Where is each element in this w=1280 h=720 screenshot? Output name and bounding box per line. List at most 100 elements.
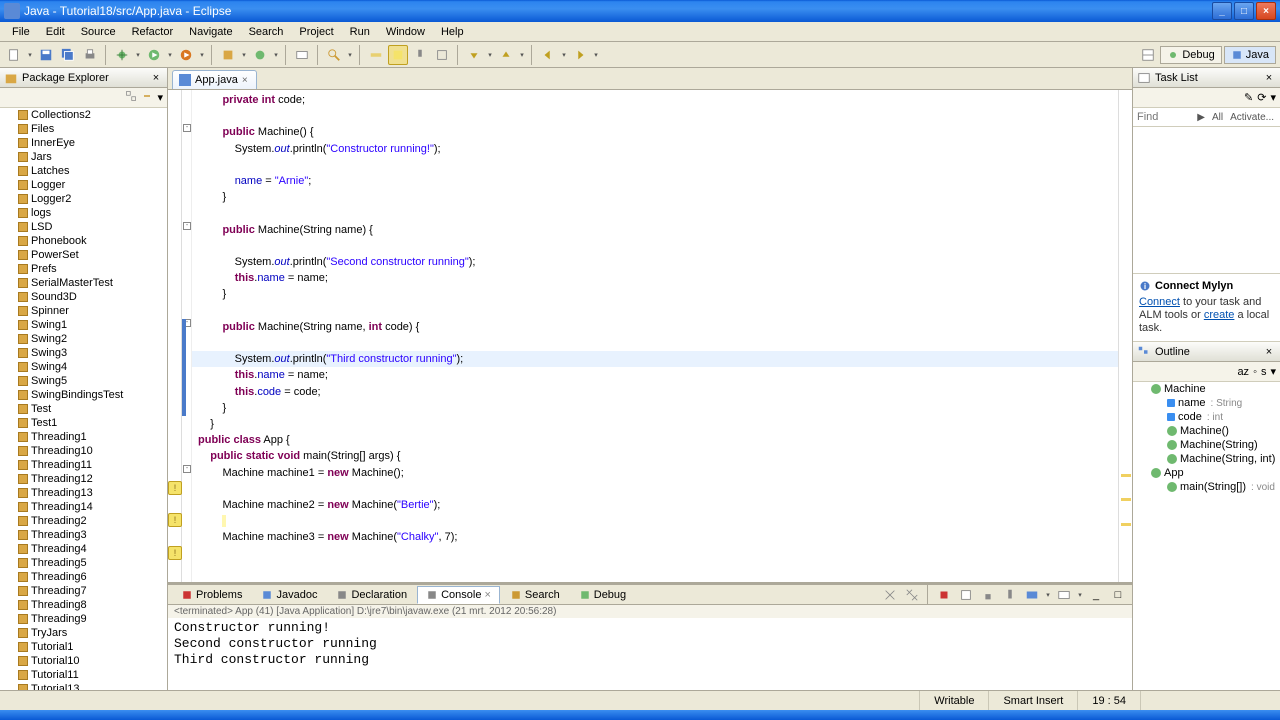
console-open-button[interactable] [1054, 585, 1074, 605]
link-editor-icon[interactable] [141, 90, 153, 105]
perspective-java[interactable]: Java [1224, 46, 1276, 64]
outline-item[interactable]: main(String[]): void [1133, 480, 1280, 494]
bottom-tab-problems[interactable]: Problems [172, 586, 251, 604]
perspective-debug[interactable]: Debug [1160, 46, 1221, 64]
view-close-icon[interactable]: × [1262, 71, 1276, 85]
task-list-body[interactable] [1133, 127, 1280, 273]
project-item[interactable]: Swing2 [0, 332, 167, 346]
task-filter-icon[interactable]: ▾ [1270, 91, 1276, 104]
project-item[interactable]: Logger [0, 178, 167, 192]
project-item[interactable]: Sound3D [0, 290, 167, 304]
new-button[interactable] [4, 45, 24, 65]
project-item[interactable]: Latches [0, 164, 167, 178]
menu-run[interactable]: Run [342, 24, 378, 40]
task-list-tab[interactable]: Task List × [1133, 68, 1280, 88]
search-button[interactable] [324, 45, 344, 65]
mylyn-create-link[interactable]: create [1204, 309, 1235, 321]
tab-close-icon[interactable]: × [242, 75, 248, 86]
project-item[interactable]: Threading6 [0, 570, 167, 584]
debug-dropdown[interactable]: ▾ [134, 51, 142, 59]
warning-marker[interactable]: ! [168, 513, 182, 527]
bottom-tab-declaration[interactable]: Declaration [327, 586, 416, 604]
view-close-icon[interactable]: × [149, 71, 163, 85]
project-item[interactable]: Swing1 [0, 318, 167, 332]
new-package-button[interactable] [218, 45, 238, 65]
project-item[interactable]: Tutorial13 [0, 682, 167, 690]
project-item[interactable]: SwingBindingsTest [0, 388, 167, 402]
project-item[interactable]: PowerSet [0, 248, 167, 262]
project-item[interactable]: Swing5 [0, 374, 167, 388]
task-sync-icon[interactable]: ⟳ [1257, 91, 1266, 104]
project-item[interactable]: Threading7 [0, 584, 167, 598]
task-new-icon[interactable]: ✎ [1244, 91, 1253, 104]
project-item[interactable]: Threading1 [0, 430, 167, 444]
menu-window[interactable]: Window [378, 24, 433, 40]
project-item[interactable]: Threading4 [0, 542, 167, 556]
project-item[interactable]: Collections2 [0, 108, 167, 122]
project-item[interactable]: Test1 [0, 416, 167, 430]
pin-button[interactable] [410, 45, 430, 65]
warning-marker[interactable]: ! [168, 546, 182, 560]
project-item[interactable]: SerialMasterTest [0, 276, 167, 290]
menu-source[interactable]: Source [73, 24, 124, 40]
bottom-tab-javadoc[interactable]: Javadoc [252, 586, 326, 604]
prev-annotation-button[interactable] [496, 45, 516, 65]
outline-hide-static-icon[interactable]: s [1261, 366, 1267, 378]
save-all-button[interactable] [58, 45, 78, 65]
warning-marker[interactable]: ! [168, 481, 182, 495]
outline-item[interactable]: Machine() [1133, 424, 1280, 438]
menu-navigate[interactable]: Navigate [181, 24, 240, 40]
bottom-tab-search[interactable]: Search [501, 586, 569, 604]
collapse-all-icon[interactable] [125, 90, 137, 105]
project-item[interactable]: Threading5 [0, 556, 167, 570]
project-item[interactable]: Threading13 [0, 486, 167, 500]
debug-button[interactable] [112, 45, 132, 65]
next-annotation-button[interactable] [464, 45, 484, 65]
task-filter-all[interactable]: All [1210, 112, 1225, 123]
bottom-tab-console[interactable]: Console × [417, 586, 500, 604]
menu-edit[interactable]: Edit [38, 24, 73, 40]
toggle-mark-button[interactable] [388, 45, 408, 65]
outline-item[interactable]: Machine(String) [1133, 438, 1280, 452]
console-clear-button[interactable] [956, 585, 976, 605]
view-close-icon[interactable]: × [1262, 345, 1276, 359]
new-dropdown[interactable]: ▾ [26, 51, 34, 59]
run-last-button[interactable] [176, 45, 196, 65]
console-output[interactable]: Constructor running! Second constructor … [168, 618, 1132, 690]
project-item[interactable]: Tutorial10 [0, 654, 167, 668]
project-item[interactable]: Spinner [0, 304, 167, 318]
task-find-go[interactable]: ▶ [1195, 112, 1207, 123]
run-last-dropdown[interactable]: ▾ [198, 51, 206, 59]
task-activate[interactable]: Activate... [1228, 112, 1276, 123]
console-terminate-button[interactable] [934, 585, 954, 605]
overview-ruler[interactable] [1118, 90, 1132, 582]
mylyn-connect-link[interactable]: Connect [1139, 296, 1180, 308]
link-button[interactable] [432, 45, 452, 65]
code-editor[interactable]: !!! ---- private int code; public Machin… [168, 90, 1132, 582]
project-item[interactable]: Threading10 [0, 444, 167, 458]
project-item[interactable]: Threading12 [0, 472, 167, 486]
project-item[interactable]: Swing3 [0, 346, 167, 360]
run-button[interactable] [144, 45, 164, 65]
project-item[interactable]: Threading14 [0, 500, 167, 514]
toggle-breadcrumb-button[interactable] [366, 45, 386, 65]
outline-menu-icon[interactable]: ▾ [1270, 365, 1276, 378]
package-tree[interactable]: Collections2FilesInnerEyeJarsLatchesLogg… [0, 108, 167, 690]
fold-toggle[interactable]: - [183, 124, 191, 132]
project-item[interactable]: Swing4 [0, 360, 167, 374]
project-item[interactable]: Test [0, 402, 167, 416]
menu-file[interactable]: File [4, 24, 38, 40]
maximize-button[interactable]: □ [1234, 2, 1254, 20]
project-item[interactable]: Prefs [0, 262, 167, 276]
outline-sort-icon[interactable]: az [1237, 366, 1249, 378]
project-item[interactable]: LSD [0, 220, 167, 234]
console-min-button[interactable]: _ [1086, 585, 1106, 605]
console-max-button[interactable]: □ [1108, 585, 1128, 605]
forward-button[interactable] [570, 45, 590, 65]
project-item[interactable]: Threading11 [0, 458, 167, 472]
outline-item[interactable]: App [1133, 466, 1280, 480]
project-item[interactable]: Tutorial1 [0, 640, 167, 654]
outline-tab[interactable]: Outline × [1133, 342, 1280, 362]
project-item[interactable]: TryJars [0, 626, 167, 640]
console-display-button[interactable] [1022, 585, 1042, 605]
